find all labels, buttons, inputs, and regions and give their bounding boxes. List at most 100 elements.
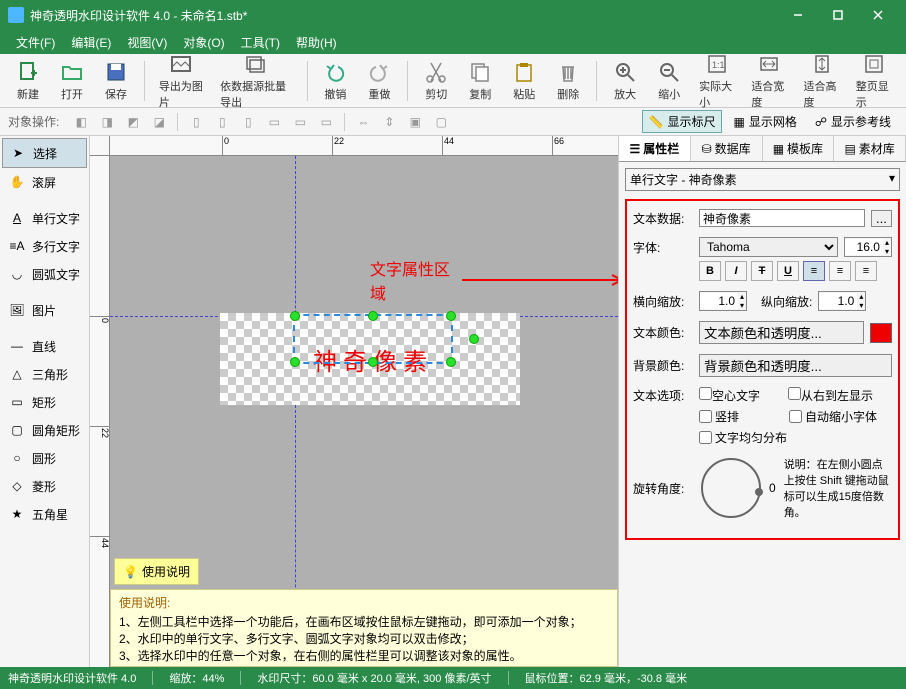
zoom-actual-button[interactable]: 1:1实际大小 [693,50,741,112]
tool-triangle[interactable]: △三角形 [2,360,87,388]
show-guides-button[interactable]: ☍显示参考线 [808,110,898,133]
guides-icon: ☍ [815,115,827,129]
close-button[interactable] [858,0,898,30]
statusbar: 神奇透明水印设计软件 4.0 缩放：44% 水印尺寸：60.0 毫米 x 20.… [0,667,906,689]
handle-ne[interactable] [446,311,456,321]
dist-v-icon[interactable]: ⇕ [377,112,401,132]
font-size-input[interactable]: ▴▾ [844,237,892,257]
open-button[interactable]: 打开 [52,58,92,104]
italic-button[interactable]: I [725,261,747,281]
help-panel: 使用说明: 1、左侧工具栏中选择一个功能后，在画布区域按住鼠标左键拖动，即可添加… [110,589,618,667]
tool-pan[interactable]: ✋滚屏 [2,168,87,196]
align-mid-icon[interactable]: ▭ [288,112,312,132]
save-button[interactable]: 保存 [96,58,136,104]
ungroup-icon[interactable]: ▢ [429,112,453,132]
opt-even[interactable]: 文字均匀分布 [699,429,892,446]
paste-button[interactable]: 粘贴 [504,58,544,104]
align-center-button[interactable]: ≡ [829,261,851,281]
align-left-icon[interactable]: ▯ [184,112,208,132]
zoom-in-button[interactable]: 放大 [605,58,645,104]
undo-icon [323,60,347,84]
tool-roundrect[interactable]: ▢圆角矩形 [2,416,87,444]
canvas-area: 0 22 44 66 0 22 44 文字属性区域 神 奇 像 素 [90,136,618,667]
vertical-ruler[interactable]: 0 22 44 [90,156,110,667]
group-icon[interactable]: ▣ [403,112,427,132]
minimize-button[interactable] [778,0,818,30]
tool-single-text[interactable]: A单行文字 [2,204,87,232]
text-color-button[interactable]: 文本颜色和透明度... [699,321,864,344]
handle-s[interactable] [368,357,378,367]
tab-templates[interactable]: ▦模板库 [763,136,835,161]
rotate-value: 0 [769,481,776,495]
tool-line[interactable]: —直线 [2,332,87,360]
opt-hollow[interactable]: 空心文字 [699,387,760,404]
show-grid-button[interactable]: ▦显示网格 [726,110,803,133]
rotate-dial[interactable] [701,458,761,518]
fit-height-button[interactable]: 适合高度 [798,50,846,112]
fit-width-button[interactable]: 适合宽度 [745,50,793,112]
align-left-button[interactable]: ≡ [803,261,825,281]
layer-icon-1[interactable]: ◧ [69,112,93,132]
maximize-button[interactable] [818,0,858,30]
horizontal-ruler[interactable]: 0 22 44 66 [110,136,618,156]
export-batch-button[interactable]: 依数据源批量导出 [214,50,298,112]
tool-image[interactable]: 🖼图片 [2,296,87,324]
tool-rect[interactable]: ▭矩形 [2,388,87,416]
handle-se[interactable] [446,357,456,367]
opt-vertical[interactable]: 竖排 [699,408,739,425]
align-right-button[interactable]: ≡ [855,261,877,281]
handle-sw[interactable] [290,357,300,367]
bold-button[interactable]: B [699,261,721,281]
vscale-input[interactable]: ▴▾ [818,291,866,311]
tool-arc-text[interactable]: ◡圆弧文字 [2,260,87,288]
dist-h-icon[interactable]: ⇔ [351,112,375,132]
tab-properties[interactable]: ☰属性栏 [619,136,691,161]
handle-rotate[interactable] [469,334,479,344]
align-top-icon[interactable]: ▭ [262,112,286,132]
export-image-button[interactable]: 导出为图片 [153,50,210,112]
cut-button[interactable]: 剪切 [416,58,456,104]
cut-icon [424,60,448,84]
text-a-icon: A [8,209,26,227]
align-right-icon[interactable]: ▯ [236,112,260,132]
copy-button[interactable]: 复制 [460,58,500,104]
help-toggle-button[interactable]: 💡 使用说明 [114,558,199,585]
zoom-out-button[interactable]: 缩小 [649,58,689,104]
strike-button[interactable]: T [751,261,773,281]
menu-edit[interactable]: 编辑(E) [63,32,119,53]
menu-file[interactable]: 文件(F) [8,32,63,53]
layer-icon-2[interactable]: ◨ [95,112,119,132]
bg-color-button[interactable]: 背景颜色和透明度... [699,354,892,377]
align-center-icon[interactable]: ▯ [210,112,234,132]
delete-button[interactable]: 删除 [548,58,588,104]
opt-rtl[interactable]: 从右到左显示 [788,387,873,404]
canvas[interactable]: 文字属性区域 神 奇 像 素 💡 使用说明 使用说明: 1、左 [110,156,618,667]
tool-ellipse[interactable]: ○圆形 [2,444,87,472]
help-line: 1、左侧工具栏中选择一个功能后，在画布区域按住鼠标左键拖动，即可添加一个对象； [119,613,609,630]
text-data-more-button[interactable]: ... [871,210,892,227]
tool-select[interactable]: ➤选择 [2,138,87,168]
tool-multi-text[interactable]: ≡A多行文字 [2,232,87,260]
tool-diamond[interactable]: ◇菱形 [2,472,87,500]
opt-autoshrink[interactable]: 自动缩小字体 [789,408,877,425]
layer-icon-4[interactable]: ◪ [147,112,171,132]
handle-n[interactable] [368,311,378,321]
object-toolbar-label: 对象操作: [8,113,59,130]
text-data-input[interactable] [699,209,865,227]
undo-button[interactable]: 撤销 [315,58,355,104]
hscale-input[interactable]: ▴▾ [699,291,747,311]
handle-nw[interactable] [290,311,300,321]
redo-button[interactable]: 重做 [359,58,399,104]
tab-materials[interactable]: ▤素材库 [834,136,906,161]
underline-button[interactable]: U [777,261,799,281]
layer-icon-3[interactable]: ◩ [121,112,145,132]
tab-database[interactable]: ⛁数据库 [691,136,763,161]
font-select[interactable]: Tahoma [699,237,838,257]
tool-star[interactable]: ★五角星 [2,500,87,528]
show-ruler-button[interactable]: 📏显示标尺 [642,110,723,133]
object-selector[interactable]: 单行文字 - 神奇像素▾ [625,168,900,191]
text-color-swatch[interactable] [870,323,892,343]
align-bot-icon[interactable]: ▭ [314,112,338,132]
new-button[interactable]: 新建 [8,58,48,104]
fit-page-button[interactable]: 整页显示 [850,50,898,112]
